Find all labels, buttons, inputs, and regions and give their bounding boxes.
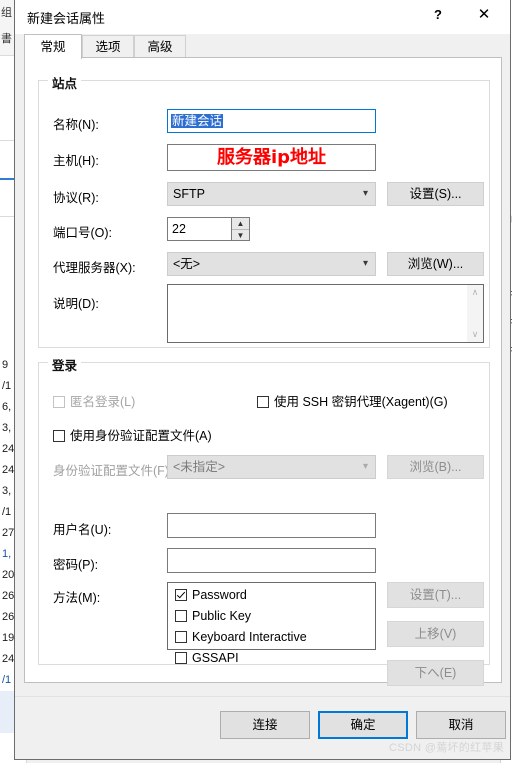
protocol-label: 协议(R): — [53, 191, 99, 205]
port-stepper[interactable]: 22 ▲ ▼ — [167, 217, 250, 241]
chevron-down-icon: ▾ — [362, 461, 368, 472]
description-scrollbar[interactable]: ∧ ∨ — [467, 285, 483, 342]
ssh-agent-label: 使用 SSH 密钥代理(Xagent)(G) — [274, 395, 448, 409]
checkbox-icon — [53, 396, 65, 408]
method-item-gssapi[interactable]: GSSAPI — [175, 651, 375, 665]
ok-button[interactable]: 确定 — [318, 711, 408, 739]
username-input[interactable] — [167, 513, 376, 538]
password-label: 密码(P): — [53, 558, 99, 572]
dialog-footer: 连接 确定 取消 CSDN @蔫坏的红苹果 — [15, 696, 510, 759]
general-tab-page: 站点 名称(N): 新建会话 主机(H): 服务器ip地址 协议(R): SFT… — [24, 57, 502, 686]
identity-file-label: 身份验证配置文件(F): — [53, 464, 173, 478]
stepper-down-icon[interactable]: ▼ — [232, 230, 249, 241]
tab-general[interactable]: 常规 — [24, 34, 82, 59]
password-input[interactable] — [167, 548, 376, 573]
session-properties-dialog: 新建会话属性 ? ✕ 常规 选项 高级 站点 名称(N): 新建会话 主机(H)… — [14, 0, 511, 760]
checkbox-icon — [175, 631, 187, 643]
checkbox-icon — [175, 652, 187, 664]
site-group-title: 站点 — [48, 73, 82, 92]
protocol-select-value: SFTP — [173, 187, 205, 201]
chevron-down-icon: ▾ — [362, 188, 368, 199]
port-stepper-buttons[interactable]: ▲ ▼ — [231, 218, 249, 240]
method-item-public-key[interactable]: Public Key — [175, 609, 375, 623]
proxy-select[interactable]: <无> ▾ — [167, 252, 376, 276]
method-listbox[interactable]: Password Public Key Keyboard Interactive… — [167, 582, 376, 665]
proxy-select-value: <无> — [173, 257, 201, 271]
host-input[interactable]: 服务器ip地址 — [167, 144, 376, 171]
use-identity-file-checkbox[interactable]: 使用身份验证配置文件(A) — [53, 425, 212, 444]
connect-button[interactable]: 连接 — [220, 711, 310, 739]
use-identity-file-label: 使用身份验证配置文件(A) — [70, 429, 212, 443]
host-label: 主机(H): — [53, 154, 99, 168]
port-input-value: 22 — [172, 222, 186, 236]
checkbox-icon — [175, 610, 187, 622]
host-annotation-text: 服务器ip地址 — [216, 147, 327, 168]
chevron-down-icon: ▾ — [362, 258, 368, 269]
title-bar: 新建会话属性 ? ✕ — [15, 0, 510, 35]
scroll-down-icon[interactable]: ∨ — [467, 329, 483, 340]
name-input[interactable]: 新建会话 — [167, 109, 376, 133]
tab-bar: 常规 选项 高级 — [15, 34, 510, 59]
method-item-label: Password — [192, 588, 247, 602]
scroll-up-icon[interactable]: ∧ — [467, 287, 483, 298]
description-textarea[interactable]: ∧ ∨ — [167, 284, 484, 343]
stepper-up-icon[interactable]: ▲ — [232, 218, 249, 230]
login-group-title: 登录 — [48, 355, 82, 374]
method-move-down-button[interactable]: 下へ(E) — [387, 660, 484, 686]
port-label: 端口号(O): — [53, 226, 113, 240]
watermark: CSDN @蔫坏的红苹果 — [389, 742, 504, 754]
method-item-label: Keyboard Interactive — [192, 630, 307, 644]
anonymous-login-label: 匿名登录(L) — [70, 395, 136, 409]
identity-file-select-value: <未指定> — [173, 460, 226, 474]
description-label: 说明(D): — [53, 297, 99, 311]
help-icon[interactable]: ? — [418, 0, 458, 30]
cancel-button[interactable]: 取消 — [416, 711, 506, 739]
protocol-settings-button[interactable]: 设置(S)... — [387, 182, 484, 206]
proxy-browse-button[interactable]: 浏览(W)... — [387, 252, 484, 276]
method-settings-button[interactable]: 设置(T)... — [387, 582, 484, 608]
page-title: 新建会话属性 — [27, 11, 106, 26]
identity-file-browse-button[interactable]: 浏览(B)... — [387, 455, 484, 479]
proxy-label: 代理服务器(X): — [53, 261, 136, 275]
checkbox-icon — [257, 396, 269, 408]
close-icon[interactable]: ✕ — [464, 0, 504, 30]
identity-file-select[interactable]: <未指定> ▾ — [167, 455, 376, 479]
login-group: 登录 匿名登录(L) 使用 SSH 密钥代理(Xagent)(G) 使用身份验证… — [38, 355, 490, 686]
username-label: 用户名(U): — [53, 523, 112, 537]
method-item-password[interactable]: Password — [175, 588, 375, 602]
anonymous-login-checkbox[interactable]: 匿名登录(L) — [53, 391, 135, 410]
name-input-value: 新建会话 — [171, 114, 224, 128]
protocol-select[interactable]: SFTP ▾ — [167, 182, 376, 206]
tab-options[interactable]: 选项 — [82, 35, 134, 58]
tab-advanced[interactable]: 高级 — [134, 35, 186, 58]
checkbox-icon — [175, 589, 187, 601]
method-item-keyboard-interactive[interactable]: Keyboard Interactive — [175, 630, 375, 644]
site-group: 站点 名称(N): 新建会话 主机(H): 服务器ip地址 协议(R): SFT… — [38, 73, 490, 348]
name-label: 名称(N): — [53, 118, 99, 132]
method-move-up-button[interactable]: 上移(V) — [387, 621, 484, 647]
checkbox-icon — [53, 430, 65, 442]
ssh-agent-checkbox[interactable]: 使用 SSH 密钥代理(Xagent)(G) — [257, 391, 448, 410]
method-item-label: GSSAPI — [192, 651, 239, 665]
method-label: 方法(M): — [53, 591, 101, 605]
method-item-label: Public Key — [192, 609, 252, 623]
